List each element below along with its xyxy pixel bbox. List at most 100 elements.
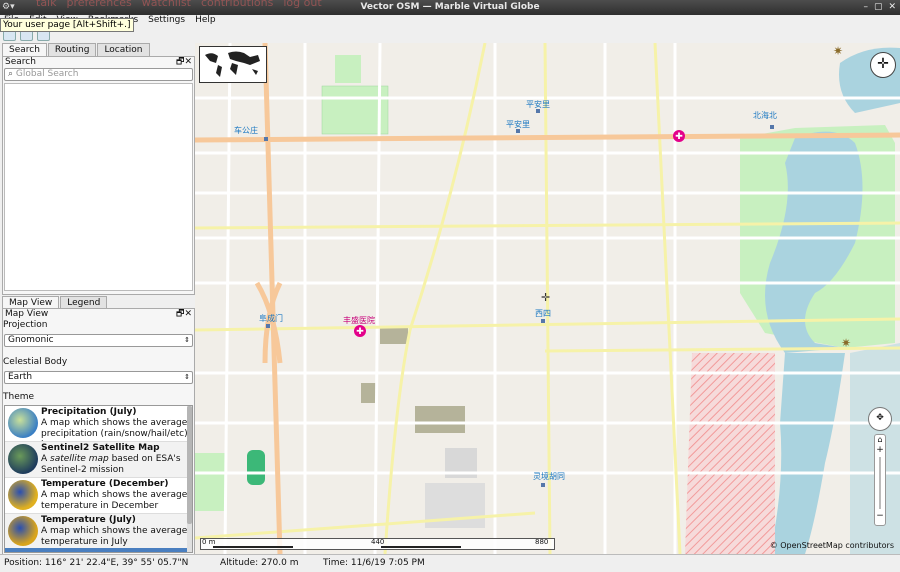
scale-segment [213, 546, 293, 548]
zoom-in-icon[interactable]: + [875, 445, 885, 455]
zoom-track[interactable] [879, 457, 881, 509]
map-label[interactable]: 灵境胡同 [533, 471, 565, 482]
pan-control[interactable]: ✥ [868, 407, 892, 431]
theme-list-scrollbar[interactable] [187, 406, 192, 552]
projection-select[interactable]: Gnomonic ⇕ [4, 334, 193, 347]
wiki-link-watchlist: watchlist [141, 0, 191, 9]
search-input[interactable]: ⌕ Global Search [4, 68, 193, 81]
celestial-select[interactable]: Earth ⇕ [4, 371, 193, 384]
search-icon: ⌕ [8, 69, 14, 79]
position-readout: Position: 116° 21' 22.4"E, 39° 55' 05.7"… [4, 558, 189, 568]
scale-segment [381, 546, 461, 548]
map-label[interactable]: 车公庄 [234, 125, 258, 136]
map-label[interactable]: 北海北 [753, 110, 777, 121]
scale-tick-880: 880 [535, 538, 549, 546]
theme-item-temp-july[interactable]: Temperature (July) A map which shows the… [5, 514, 192, 550]
building [415, 406, 465, 433]
theme-desc: A satellite map based on ESA's Sentinel-… [41, 454, 192, 476]
building [380, 326, 408, 344]
theme-desc-emphasis: satellite map [50, 454, 109, 464]
search-placeholder: Global Search [15, 69, 79, 79]
scale-tick-0: 0 m [202, 538, 216, 546]
theme-desc-prefix: A [41, 454, 51, 464]
tab-routing-label: Routing [54, 45, 90, 55]
wiki-link-talk: talk [36, 0, 57, 9]
theme-list[interactable]: Precipitation (July) A map which shows t… [4, 405, 193, 553]
map-label[interactable]: 阜成门 [259, 313, 283, 324]
projection-value: Gnomonic [8, 335, 54, 345]
tab-map-view-label: Map View [9, 298, 53, 308]
chevron-updown-icon: ⇕ [184, 373, 190, 381]
restricted-area [685, 353, 775, 554]
tab-location-label: Location [104, 45, 143, 55]
search-header: Search [5, 57, 36, 67]
close-icon[interactable]: ✕ [888, 1, 896, 14]
crosshair-icon: ✛ [541, 291, 551, 304]
window-controls: – ▢ ✕ [863, 1, 896, 14]
pan-arrows-icon: ✥ [876, 413, 884, 423]
theme-title: Temperature (December) [41, 479, 169, 489]
wiki-link-contributions: contributions [200, 0, 274, 9]
wiki-link-preferences: preferences [66, 0, 132, 9]
dock-float-close-icon-2[interactable]: 🗗✕ [176, 309, 192, 320]
minimize-icon[interactable]: – [863, 1, 868, 14]
pool-area [247, 450, 265, 485]
menu-settings[interactable]: Settings [148, 15, 185, 26]
theme-item-temp-december[interactable]: Temperature (December) A map which shows… [5, 478, 192, 514]
tab-search-label: Search [9, 45, 40, 55]
tab-search[interactable]: Search [2, 43, 47, 56]
satellite-globe-icon [8, 444, 38, 474]
compass-icon[interactable]: ✛ [870, 52, 896, 78]
world-overview-map[interactable] [199, 46, 267, 83]
theme-title: Temperature (July) [41, 515, 136, 525]
sun-marker-icon: ✷ [841, 336, 852, 350]
menubar: File Edit View Bookmarks Settings Help [0, 15, 900, 26]
svg-text:✚: ✚ [356, 327, 364, 337]
theme-item-precipitation[interactable]: Precipitation (July) A map which shows t… [5, 406, 192, 442]
map-label[interactable]: 西四 [535, 308, 551, 319]
temperature-globe-icon [8, 516, 38, 546]
park-area [335, 55, 361, 83]
time-readout: Time: 11/6/19 7:05 PM [323, 558, 425, 568]
map-label[interactable]: 平安里 [526, 99, 550, 110]
temperature-globe-icon [8, 480, 38, 510]
scrollbar-thumb[interactable] [187, 406, 192, 524]
tab-legend-label: Legend [67, 298, 101, 308]
map-label[interactable]: 平安里 [506, 119, 530, 130]
world-map-icon [200, 47, 266, 82]
tab-routing[interactable]: Routing [47, 43, 97, 56]
theme-title: Precipitation (July) [41, 407, 137, 417]
theme-item-sentinel2[interactable]: Sentinel2 Satellite Map A satellite map … [5, 442, 192, 478]
window-menu-icon[interactable]: ⚙▾ [2, 1, 22, 13]
dock-float-close-icon[interactable]: 🗗✕ [176, 57, 192, 68]
map-canvas[interactable]: ✚ ✚ 平安里 平安里 车公庄 北海北 阜成门 丰盛医院 西四 灵境胡同 ✛ ✷… [195, 43, 900, 554]
sun-marker-icon: ✷ [833, 44, 844, 58]
celestial-value: Earth [8, 372, 33, 382]
altitude-readout: Altitude: 270.0 m [220, 558, 299, 568]
zoom-out-icon[interactable]: − [875, 511, 885, 521]
celestial-label: Celestial Body [3, 357, 68, 367]
precipitation-globe-icon [8, 408, 38, 438]
theme-item-selected-partial[interactable] [5, 548, 187, 552]
map-label[interactable]: 丰盛医院 [343, 315, 375, 326]
chevron-updown-icon: ⇕ [184, 336, 190, 344]
scale-bar: 0 m 440 880 [200, 538, 555, 550]
zoom-slider[interactable]: ⌂ + − [874, 434, 886, 526]
theme-label: Theme [3, 392, 35, 402]
background-wiki-links: talk preferences watchlist contributions… [36, 0, 322, 9]
theme-title: Sentinel2 Satellite Map [41, 443, 160, 453]
park-area [195, 453, 225, 511]
wiki-link-logout: log out [283, 0, 322, 9]
maximize-icon[interactable]: ▢ [874, 1, 883, 14]
search-results-list[interactable] [4, 83, 193, 291]
statusbar: Position: 116° 21' 22.4"E, 39° 55' 05.7"… [0, 554, 900, 572]
map-view-header: Map View [5, 309, 49, 319]
map-view-dock-header: Map View 🗗✕ [3, 309, 194, 320]
attribution[interactable]: © OpenStreetMap contributors [770, 541, 894, 550]
menu-help[interactable]: Help [195, 15, 216, 26]
search-panel: Search 🗗✕ ⌕ Global Search [2, 56, 195, 295]
home-icon[interactable]: ⌂ [875, 435, 885, 445]
theme-desc: A map which shows the average temperatur… [41, 490, 188, 511]
tab-location[interactable]: Location [97, 43, 150, 56]
window-title: Vector OSM — Marble Virtual Globe [360, 2, 540, 12]
